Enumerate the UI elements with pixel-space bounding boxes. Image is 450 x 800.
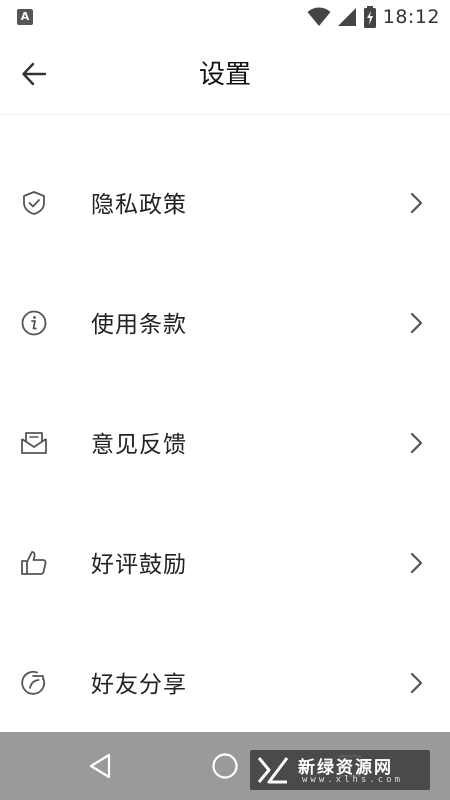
back-triangle-icon xyxy=(89,753,111,779)
chevron-right-icon xyxy=(404,549,428,577)
watermark-url: www.xlhs.com xyxy=(302,775,404,785)
menu-item-feedback[interactable]: 意见反馈 xyxy=(0,383,450,503)
menu-item-label: 好友分享 xyxy=(91,672,187,698)
thumbs-up-icon xyxy=(18,547,50,579)
chevron-right-icon xyxy=(404,429,428,457)
mail-open-icon xyxy=(18,427,50,459)
status-bar: A 18:12 xyxy=(0,0,450,34)
watermark-logo: 新绿资源网 www.xlhs.com xyxy=(250,750,430,790)
header: 设置 xyxy=(0,34,450,115)
menu-item-label: 意见反馈 xyxy=(91,432,187,458)
status-indicators: 18:12 xyxy=(307,4,440,30)
status-time: 18:12 xyxy=(382,6,440,28)
wifi-icon xyxy=(307,7,331,26)
menu-item-terms-of-use[interactable]: 使用条款 xyxy=(0,263,450,383)
share-circle-icon xyxy=(18,667,50,699)
nav-home-button[interactable] xyxy=(209,750,241,782)
page-title: 设置 xyxy=(198,60,251,90)
nav-back-button[interactable] xyxy=(84,750,116,782)
menu-item-share[interactable]: 好友分享 xyxy=(0,623,450,743)
home-circle-icon xyxy=(212,753,238,779)
menu-item-label: 使用条款 xyxy=(91,312,187,338)
chevron-right-icon xyxy=(404,669,428,697)
chevron-right-icon xyxy=(404,189,428,217)
app-notification-icon: A xyxy=(17,9,33,25)
battery-charging-icon xyxy=(363,6,376,28)
chevron-right-icon xyxy=(404,309,428,337)
signal-icon xyxy=(337,8,356,26)
menu-item-label: 隐私政策 xyxy=(91,192,187,218)
info-circle-icon xyxy=(18,307,50,339)
shield-check-icon xyxy=(18,187,50,219)
menu-item-rate-us[interactable]: 好评鼓励 xyxy=(0,503,450,623)
watermark-emblem-icon xyxy=(257,757,289,784)
menu-item-privacy-policy[interactable]: 隐私政策 xyxy=(0,143,450,263)
menu-item-label: 好评鼓励 xyxy=(91,552,187,578)
